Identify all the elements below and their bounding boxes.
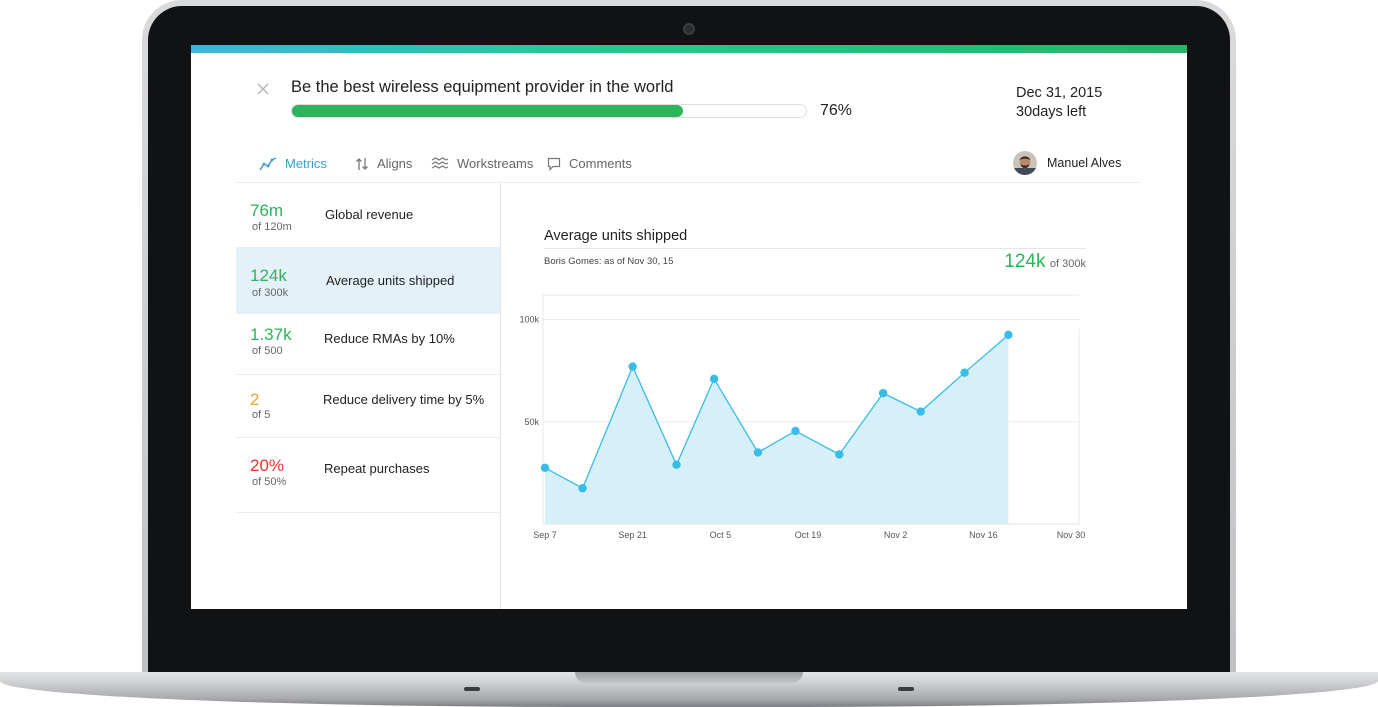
chart-target: of 300k: [1049, 258, 1086, 270]
x-tick-label: Oct 5: [710, 530, 732, 540]
metric-name: Average units shipped: [326, 273, 455, 288]
x-tick-label: Sep 7: [533, 530, 557, 540]
data-point: [960, 368, 969, 377]
metric-target: of 500: [252, 345, 283, 357]
goal-title: Be the best wireless equipment provider …: [291, 78, 674, 96]
camera-icon: [683, 23, 695, 35]
data-point: [540, 463, 550, 472]
tab-label: Aligns: [377, 156, 413, 171]
laptop-notch: [575, 672, 803, 683]
tab-label: Workstreams: [457, 156, 534, 171]
metric-value: 124k: [250, 266, 287, 285]
data-point: [878, 388, 888, 398]
x-tick-label: Sep 21: [618, 530, 647, 540]
metric-target: of 300k: [252, 287, 289, 299]
laptop-foot: [464, 687, 480, 691]
y-tick-label: 50k: [524, 417, 539, 427]
chart-author: Boris Gomes: as of Nov 30, 15: [544, 256, 674, 267]
tab-workstreams[interactable]: Workstreams: [431, 156, 533, 171]
metric-row-reduce-rmas[interactable]: 1.37k of 500 Reduce RMAs by 10%: [236, 314, 500, 375]
chart-title: Average units shipped: [544, 228, 688, 244]
units-shipped-chart: 50k 100k Sep 7 Sep 21 Oct 5 Oct 19 Nov 2 Nov 16…: [519, 294, 1086, 540]
days-left: 30days left: [1016, 104, 1087, 120]
data-point: [628, 362, 637, 371]
wave-lines-icon: [431, 156, 449, 169]
metric-target: of 50%: [252, 476, 287, 488]
metric-name: Global revenue: [325, 207, 414, 222]
speech-bubble-icon: [547, 157, 561, 171]
goal-progress-bar: [291, 104, 807, 118]
metric-name: Reduce delivery time by 5%: [323, 392, 485, 407]
metric-row-reduce-delivery-time[interactable]: 2 of 5 Reduce delivery time by 5%: [236, 375, 500, 438]
goal-progress-fill: [292, 105, 683, 117]
data-point: [791, 426, 800, 436]
metric-name: Repeat purchases: [324, 461, 430, 476]
goal-progress-label: 76%: [820, 102, 853, 119]
laptop-foot: [898, 687, 914, 691]
metric-value: 2: [250, 390, 260, 409]
app-screen: Be the best wireless equipment provider …: [191, 45, 1187, 609]
data-point: [1004, 330, 1013, 340]
x-tick-label: Nov 16: [969, 530, 998, 540]
series-area: [545, 334, 1009, 524]
metric-value: 76m: [250, 201, 284, 220]
up-down-arrows-icon: [356, 157, 368, 170]
metric-value: 1.37k: [250, 325, 292, 344]
metric-name: Reduce RMAs by 10%: [324, 331, 455, 346]
trend-line-icon: [259, 156, 277, 170]
chart-current: 124k: [1004, 251, 1046, 272]
tab-label: Metrics: [285, 156, 327, 171]
y-tick-label: 100k: [519, 315, 539, 325]
tab-bar: Metrics Aligns Workstreams Comments Manu…: [191, 151, 1187, 181]
avatar: [1013, 151, 1037, 175]
chart-current-value: 124k of 300k: [1004, 251, 1086, 273]
laptop-mockup: Be the best wireless equipment provider …: [0, 0, 1378, 707]
metric-row-global-revenue[interactable]: 76m of 120m Global revenue: [236, 183, 500, 248]
user-name: Manuel Alves: [1047, 156, 1122, 170]
metric-row-repeat-purchases[interactable]: 20% of 50% Repeat purchases: [236, 438, 500, 513]
data-point: [916, 407, 925, 416]
metric-list: 76m of 120m Global revenue 124k of 300k …: [236, 183, 500, 513]
metric-row-average-units-shipped[interactable]: 124k of 300k Average units shipped: [236, 248, 500, 314]
x-tick-label: Nov 30: [1057, 530, 1086, 540]
tab-label: Comments: [569, 156, 632, 171]
metric-value: 20%: [250, 456, 285, 475]
data-point: [835, 450, 844, 459]
due-date: Dec 31, 2015: [1016, 85, 1103, 101]
data-point: [753, 448, 763, 457]
close-icon[interactable]: [255, 81, 271, 97]
user-chip[interactable]: Manuel Alves: [1013, 151, 1121, 175]
x-tick-label: Nov 2: [884, 530, 908, 540]
metric-target: of 120m: [252, 221, 292, 233]
data-point: [709, 374, 719, 384]
tab-comments[interactable]: Comments: [547, 156, 632, 171]
data-point: [578, 484, 587, 493]
tab-aligns[interactable]: Aligns: [355, 156, 412, 171]
data-point: [672, 460, 681, 469]
accent-bar: [191, 45, 1187, 53]
metric-target: of 5: [252, 409, 271, 421]
x-tick-label: Oct 19: [795, 530, 822, 540]
tab-metrics[interactable]: Metrics: [259, 156, 327, 171]
chart-title-rule: [544, 248, 1086, 249]
